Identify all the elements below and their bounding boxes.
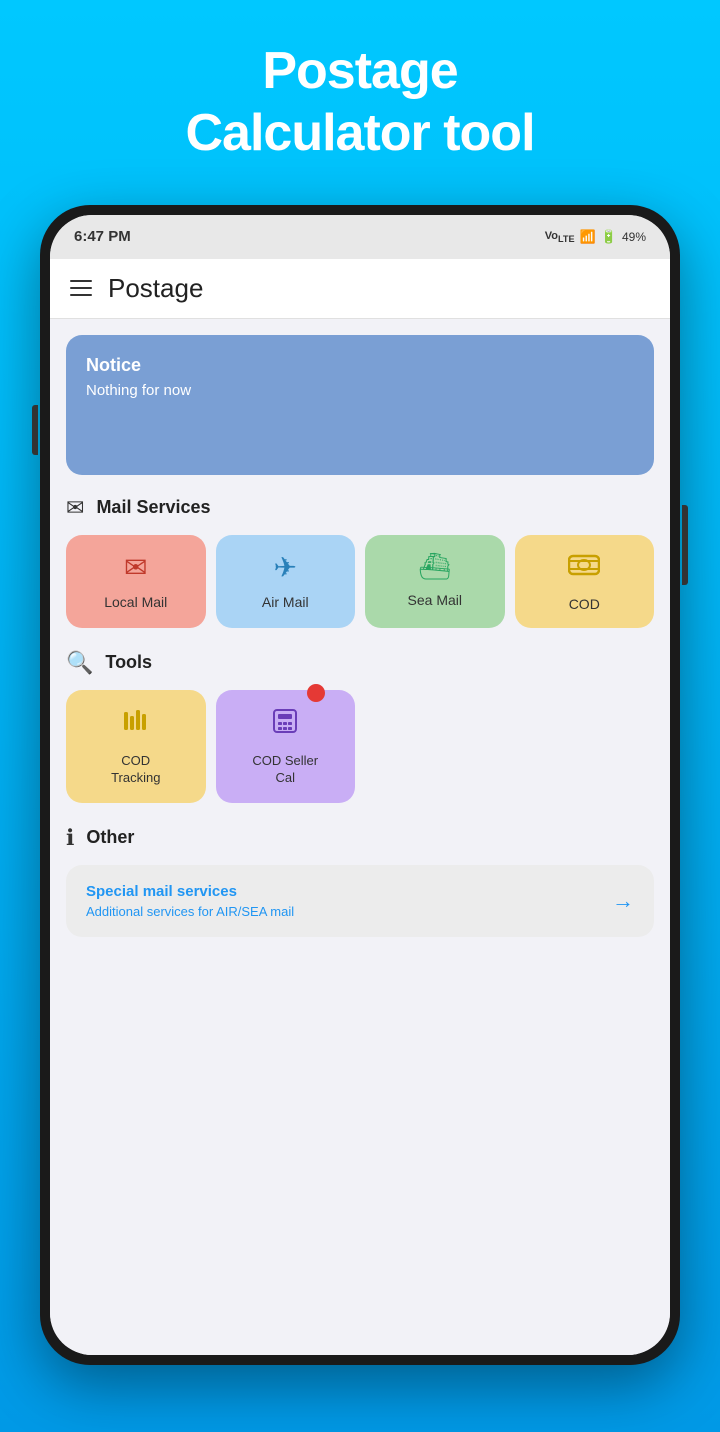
special-mail-subtitle: Additional services for AIR/SEA mail <box>86 904 294 919</box>
service-sea-mail[interactable]: ⛴ Sea Mail <box>365 535 505 628</box>
service-cod[interactable]: COD <box>515 535 655 628</box>
cod-tracking-label: CODTracking <box>111 753 160 787</box>
notice-body: Nothing for now <box>86 382 634 399</box>
info-icon: ℹ <box>66 825 74 851</box>
status-icons: VoLTE 📶 🔋 49% <box>545 229 646 245</box>
notice-card: Notice Nothing for now <box>66 335 654 475</box>
cod-seller-icon <box>270 706 300 743</box>
service-air-mail[interactable]: ✈ Air Mail <box>216 535 356 628</box>
tools-section: 🔍 Tools CODTracking <box>66 650 654 803</box>
app-title: Postage <box>108 273 203 304</box>
special-mail-texts: Special mail services Additional service… <box>86 883 294 919</box>
tools-label: Tools <box>105 652 152 673</box>
tool-cod-tracking[interactable]: CODTracking <box>66 690 206 803</box>
battery-percent: 49% <box>622 230 646 244</box>
cod-seller-label: COD SellerCal <box>252 753 318 787</box>
service-local-mail[interactable]: ✉ Local Mail <box>66 535 206 628</box>
cod-icon <box>568 551 600 586</box>
sea-mail-label: Sea Mail <box>408 592 462 608</box>
tool-cod-seller-cal[interactable]: COD SellerCal <box>216 690 356 803</box>
sea-mail-icon: ⛴ <box>418 551 451 582</box>
side-button-left <box>32 405 38 455</box>
tools-header: 🔍 Tools <box>66 650 654 676</box>
special-mail-title: Special mail services <box>86 883 294 900</box>
signal-icon: 📶 <box>580 229 596 245</box>
new-badge <box>307 684 325 702</box>
cod-label: COD <box>569 596 600 612</box>
side-button-right <box>682 505 688 585</box>
phone-mockup: 6:47 PM VoLTE 📶 🔋 49% Postage Notice Not… <box>40 205 680 1365</box>
mail-services-label: Mail Services <box>96 497 210 518</box>
mail-icon: ✉ <box>66 495 84 521</box>
air-mail-icon: ✈ <box>274 551 297 584</box>
special-mail-card[interactable]: Special mail services Additional service… <box>66 865 654 937</box>
local-mail-label: Local Mail <box>104 594 167 610</box>
network-icon: VoLTE <box>545 230 575 244</box>
status-bar: 6:47 PM VoLTE 📶 🔋 49% <box>50 215 670 259</box>
mail-services-header: ✉ Mail Services <box>66 495 654 521</box>
notice-title: Notice <box>86 355 634 376</box>
battery-icon: 🔋 <box>601 229 617 245</box>
status-time: 6:47 PM <box>74 228 131 245</box>
air-mail-label: Air Mail <box>262 594 309 610</box>
other-header: ℹ Other <box>66 825 654 851</box>
arrow-right-icon: → <box>612 888 634 914</box>
hamburger-menu[interactable] <box>70 275 92 301</box>
scroll-content: Notice Nothing for now ✉ Mail Services ✉… <box>50 319 670 1355</box>
local-mail-icon: ✉ <box>124 551 147 584</box>
cod-tracking-icon <box>121 706 151 743</box>
app-header: Postage <box>50 259 670 319</box>
page-title: Postage Calculator tool <box>185 40 534 165</box>
tools-icon: 🔍 <box>66 650 93 676</box>
other-section: ℹ Other Special mail services Additional… <box>66 825 654 937</box>
services-grid: ✉ Local Mail ✈ Air Mail ⛴ Sea Mail <box>66 535 654 628</box>
other-label: Other <box>86 827 134 848</box>
tools-grid: CODTracking <box>66 690 654 803</box>
